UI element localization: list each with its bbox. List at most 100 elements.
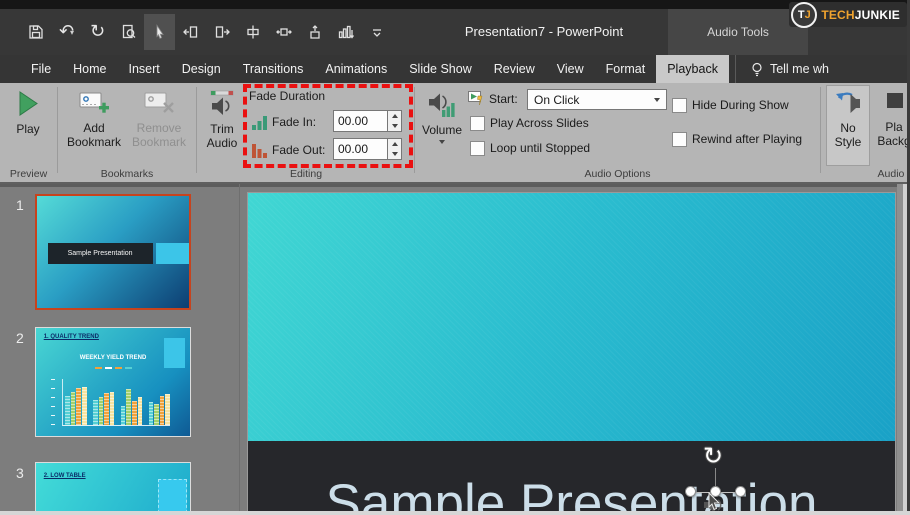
start-dropdown-caret [654,98,660,102]
tab-file[interactable]: File [20,55,62,83]
align-right-icon[interactable] [206,14,237,50]
group-label-audio-styles: Audio Sty [850,168,910,180]
slide-thumbnail-1[interactable]: Sample Presentation [35,194,191,310]
mini-bar-group [93,379,115,426]
loop-until-stopped-label: Loop until Stopped [490,141,590,155]
contextual-tab-group-label: Audio Tools [707,25,769,39]
thumb2-accent-rect [164,338,186,368]
no-style-button[interactable]: No Style [826,85,870,166]
remove-bookmark-button[interactable]: Remove Bookmark [126,85,192,149]
print-preview-icon[interactable] [113,14,144,50]
tell-me-box[interactable]: Tell me wh [735,55,829,83]
rotate-handle-stem [715,468,716,488]
trim-audio-icon [209,90,235,117]
align-left-icon[interactable] [175,14,206,50]
sort-columns-icon[interactable] [330,14,361,50]
rotate-handle-icon[interactable]: ↻ [703,442,723,470]
thumb2-chart-legend [36,367,190,369]
ribbon-bottom-shadow [0,184,910,187]
mouse-cursor [706,492,722,510]
customize-quick-access-icon[interactable] [361,14,392,50]
tab-slide-show[interactable]: Slide Show [398,55,483,83]
volume-button[interactable]: Volume [418,85,466,144]
remove-bookmark-icon [144,90,175,116]
slide-number-3: 3 [16,465,24,481]
mini-bar [71,392,76,426]
mini-bar [121,406,126,426]
powerpoint-window: Audio Tools Presentation7 - PowerPoint ↶… [0,0,910,515]
mini-bar [149,402,154,425]
mini-bar [76,388,81,425]
thumb1-title-banner: Sample Presentation [48,243,153,264]
undo-icon[interactable]: ↶▾ [51,14,82,50]
title-bar: Audio Tools Presentation7 - PowerPoint ↶… [0,9,910,55]
group-divider [57,87,58,173]
hide-during-show-checkbox[interactable] [672,98,687,113]
trim-audio-button[interactable]: Trim Audio [198,85,246,150]
tab-design[interactable]: Design [171,55,232,83]
lightbulb-icon [750,62,764,77]
distribute-horizontal-icon[interactable] [268,14,299,50]
align-top-icon[interactable] [299,14,330,50]
slide-thumbnail-2[interactable]: 1. QUALITY TREND WEEKLY YIELD TREND [35,327,191,437]
slide2-chart-bars [62,379,170,427]
play-in-background-button[interactable]: PlaBackg [872,85,910,148]
tab-format[interactable]: Format [595,55,657,83]
save-icon[interactable] [20,14,51,50]
align-center-icon[interactable] [237,14,268,50]
window-top-edge [0,0,910,9]
play-across-slides-label: Play Across Slides [490,116,589,130]
redo-icon[interactable]: ↻ [82,14,113,50]
group-divider [820,87,821,173]
tab-playback[interactable]: Playback [656,55,729,83]
mini-bar-group [121,379,143,426]
tab-review[interactable]: Review [483,55,546,83]
play-across-slides-checkbox[interactable] [470,116,485,131]
tab-home[interactable]: Home [62,55,117,83]
select-cursor-icon[interactable] [144,14,175,50]
loop-until-stopped-checkbox[interactable] [470,141,485,156]
hide-during-show-label: Hide During Show [692,98,789,112]
mini-bar [82,387,87,425]
thumb2-heading: 1. QUALITY TREND [44,334,99,340]
group-label-editing: Editing [197,168,415,180]
play-in-background-icon [881,90,907,115]
quick-access-toolbar: ↶▾ ↻ [20,13,392,51]
start-icon [468,90,484,106]
techjunkie-logo-circle: TJ [791,2,817,28]
start-dropdown-value: On Click [534,93,579,107]
thumb2-chart-axis-ticks [51,379,56,427]
add-bookmark-button[interactable]: Add Bookmark [64,85,124,149]
panel-divider [239,184,240,515]
tab-view[interactable]: View [546,55,595,83]
selection-handle[interactable] [735,486,746,497]
slide-number-2: 2 [16,330,24,346]
thumb1-title-text: Sample Presentation [68,250,133,257]
rewind-after-playing-checkbox[interactable] [672,132,687,147]
group-divider [196,87,197,173]
slide-canvas[interactable]: Sample Presentation [247,192,896,515]
play-icon [16,90,40,117]
group-label-bookmarks: Bookmarks [57,168,197,180]
thumb3-accent-rect [158,479,188,515]
add-bookmark-icon [79,90,110,116]
group-label-preview: Preview [0,168,57,180]
mini-bar [65,396,70,425]
volume-icon [428,90,456,118]
tab-animations[interactable]: Animations [314,55,398,83]
thumb3-heading: 2. LOW TABLE [44,473,86,479]
contextual-tab-group: Audio Tools [668,9,808,55]
selection-handle[interactable] [685,486,696,497]
play-button[interactable]: Play [2,85,54,136]
ribbon-playback: Play Preview Add Bookmark Remove Bookmar… [0,83,910,184]
tab-transitions[interactable]: Transitions [232,55,315,83]
fade-duration-highlight [243,84,413,168]
ribbon-tab-row: File Home Insert Design Transitions Anim… [0,55,910,83]
mini-bar [93,400,98,426]
no-style-icon [835,91,861,116]
start-dropdown[interactable]: On Click [527,89,667,110]
volume-dropdown-caret[interactable] [439,140,445,144]
slide-thumbnail-3[interactable]: 2. LOW TABLE [35,462,191,515]
tab-insert[interactable]: Insert [118,55,171,83]
mini-bar [104,393,109,426]
